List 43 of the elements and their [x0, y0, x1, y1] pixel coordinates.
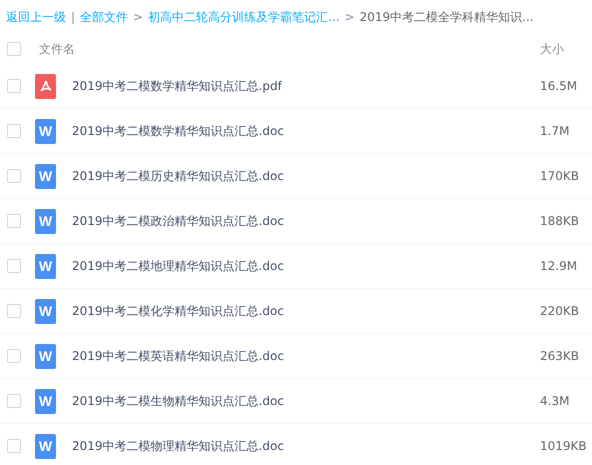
file-size: 1.7M [540, 123, 570, 140]
breadcrumb-separator: > [133, 9, 144, 26]
word-file-icon: W [35, 344, 56, 368]
file-name[interactable]: 2019中考二模数学精华知识点汇总.pdf [72, 77, 282, 95]
file-name[interactable]: 2019中考二模化学精华知识点汇总.doc [72, 302, 284, 320]
row-checkbox[interactable] [7, 124, 21, 138]
word-file-icon: W [35, 208, 56, 234]
word-file-icon: W [35, 434, 56, 458]
row-checkbox[interactable] [7, 304, 21, 318]
file-name[interactable]: 2019中考二模历史精华知识点汇总.doc [72, 167, 284, 185]
word-file-icon: W [35, 298, 56, 324]
pdf-file-icon [35, 74, 56, 98]
file-size: 16.5M [540, 78, 578, 95]
file-size: 263KB [540, 348, 580, 365]
row-checkbox[interactable] [7, 79, 21, 93]
row-checkbox[interactable] [7, 169, 21, 183]
file-name[interactable]: 2019中考二模地理精华知识点汇总.doc [72, 257, 284, 275]
row-checkbox[interactable] [7, 394, 21, 408]
file-size: 170KB [540, 168, 580, 185]
row-checkbox[interactable] [7, 439, 21, 453]
file-name[interactable]: 2019中考二模物理精华知识点汇总.doc [72, 437, 284, 455]
file-name[interactable]: 2019中考二模生物精华知识点汇总.doc [72, 392, 284, 410]
word-file-icon: W [35, 388, 56, 414]
row-checkbox[interactable] [7, 259, 21, 273]
select-all-checkbox[interactable] [7, 42, 21, 56]
size-column-header[interactable]: 大小 [540, 40, 592, 58]
name-column-header[interactable]: 文件名 [39, 40, 75, 58]
file-name[interactable]: 2019中考二模政治精华知识点汇总.doc [72, 212, 284, 230]
file-size: 4.3M [540, 393, 570, 410]
breadcrumb-separator: | [71, 9, 76, 26]
breadcrumb-separator: > [344, 9, 355, 26]
word-file-icon: W [35, 254, 56, 278]
file-name[interactable]: 2019中考二模数学精华知识点汇总.doc [72, 122, 284, 140]
file-size: 1019KB [540, 438, 588, 455]
row-checkbox[interactable] [7, 349, 21, 363]
word-file-icon: W [35, 164, 56, 188]
file-name[interactable]: 2019中考二模英语精华知识点汇总.doc [72, 347, 284, 365]
file-size: 188KB [540, 213, 580, 230]
file-size: 12.9M [540, 258, 578, 275]
row-checkbox[interactable] [7, 214, 21, 228]
file-size: 220KB [540, 303, 580, 320]
word-file-icon: W [35, 118, 56, 144]
breadcrumb-current: 2019中考二模全学科精华知识... [360, 9, 534, 26]
